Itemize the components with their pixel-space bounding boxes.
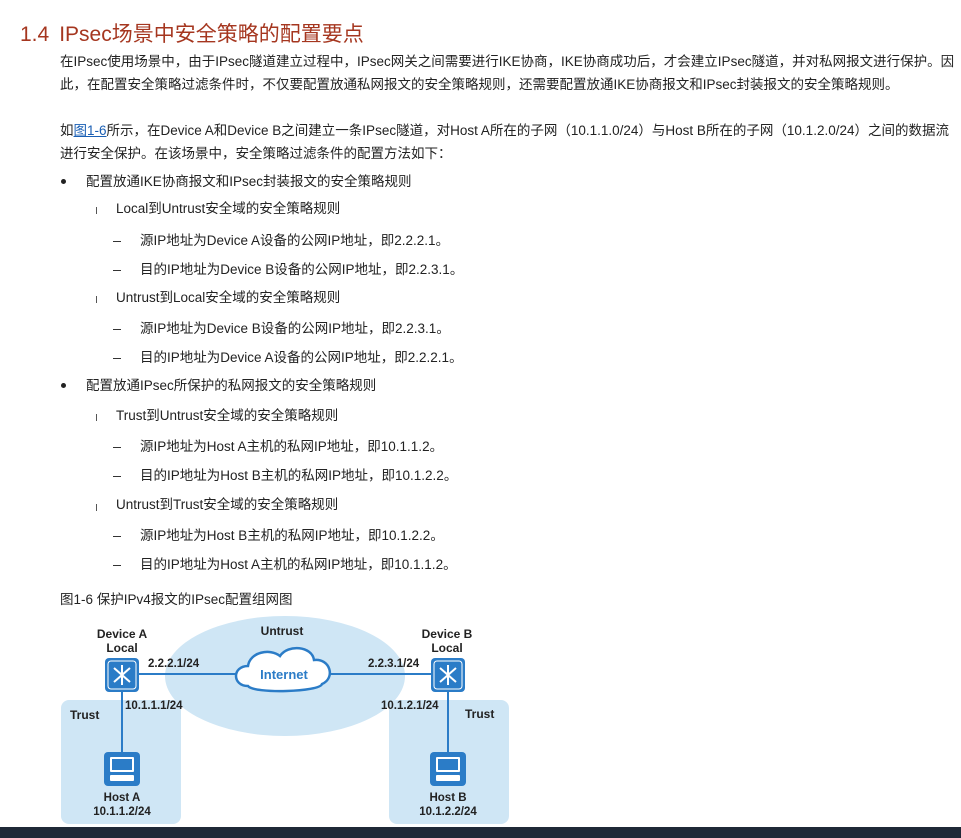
- host-a-name: Host A: [104, 792, 141, 804]
- scenario-prefix: 如: [60, 123, 74, 138]
- dash-icon: [113, 447, 121, 448]
- scenario-paragraph: 如图1-6所示，在Device A和Device B之间建立一条IPsec隧道，…: [60, 119, 960, 165]
- host-b-name: Host B: [429, 792, 466, 804]
- untrust-label: Untrust: [261, 624, 304, 638]
- dash-icon: [113, 476, 121, 477]
- detail-item: 源IP地址为Device A设备的公网IP地址，即2.2.2.1。: [140, 233, 450, 248]
- host-icon: [430, 752, 466, 786]
- detail-item: 目的IP地址为Host A主机的私网IP地址，即10.1.1.2。: [140, 557, 457, 572]
- sub-bullet-icon: [96, 504, 97, 511]
- section-title: IPsec场景中安全策略的配置要点: [59, 23, 364, 46]
- internet-label: Internet: [260, 667, 308, 682]
- device-a-zone: Local: [106, 641, 137, 655]
- dash-icon: [113, 329, 121, 330]
- figure-caption: 图1-6 保护IPv4报文的IPsec配置组网图: [60, 592, 293, 607]
- bottom-bar: [0, 827, 961, 838]
- device-b-zone: Local: [431, 641, 462, 655]
- dash-icon: [113, 241, 121, 242]
- sub-bullet-icon: [96, 207, 97, 214]
- intro-paragraph: 在IPsec使用场景中，由于IPsec隧道建立过程中，IPsec网关之间需要进行…: [60, 54, 955, 92]
- bullet-icon: [61, 383, 66, 388]
- sub-bullet-icon: [96, 414, 97, 421]
- device-b-name: Device B: [422, 627, 473, 641]
- detail-item: 源IP地址为Host A主机的私网IP地址，即10.1.1.2。: [140, 439, 444, 454]
- figure-link[interactable]: 图1-6: [74, 123, 107, 138]
- scenario-text: 所示，在Device A和Device B之间建立一条IPsec隧道，对Host…: [60, 123, 949, 161]
- detail-item: 目的IP地址为Host B主机的私网IP地址，即10.1.2.2。: [140, 468, 458, 483]
- sub-list-item: Untrust到Trust安全域的安全策略规则: [116, 497, 339, 512]
- sub-list-item: Untrust到Local安全域的安全策略规则: [116, 290, 341, 305]
- detail-item: 源IP地址为Host B主机的私网IP地址，即10.1.2.2。: [140, 528, 444, 543]
- detail-item: 目的IP地址为Device A设备的公网IP地址，即2.2.2.1。: [140, 350, 463, 365]
- dash-icon: [113, 565, 121, 566]
- list-item: 配置放通IPsec所保护的私网报文的安全策略规则: [86, 378, 377, 393]
- host-icon: [104, 752, 140, 786]
- dash-icon: [113, 536, 121, 537]
- device-b-private-ip: 10.1.2.1/24: [381, 700, 439, 712]
- document-page: 1.4 IPsec场景中安全策略的配置要点 在IPsec使用场景中，由于IPsec…: [0, 0, 961, 838]
- dash-icon: [113, 270, 121, 271]
- device-a-private-ip: 10.1.1.1/24: [125, 700, 183, 712]
- trust-right-label: Trust: [465, 707, 494, 721]
- section-number: 1.4: [20, 23, 50, 46]
- router-icon: [431, 658, 465, 692]
- trust-left-label: Trust: [70, 708, 99, 722]
- section-heading: 1.4 IPsec场景中安全策略的配置要点: [20, 18, 364, 48]
- sub-bullet-icon: [96, 296, 97, 303]
- device-a-public-ip: 2.2.2.1/24: [148, 658, 200, 670]
- dash-icon: [113, 358, 121, 359]
- bullet-icon: [61, 179, 66, 184]
- sub-list-item: Local到Untrust安全域的安全策略规则: [116, 201, 341, 216]
- detail-item: 目的IP地址为Device B设备的公网IP地址，即2.2.3.1。: [140, 262, 464, 277]
- device-a-name: Device A: [97, 627, 148, 641]
- network-diagram: Internet Untrust Device A Local 2.2.2.1/…: [61, 616, 509, 824]
- host-a-ip: 10.1.1.2/24: [93, 806, 151, 818]
- detail-item: 源IP地址为Device B设备的公网IP地址，即2.2.3.1。: [140, 321, 450, 336]
- router-icon: [105, 658, 139, 692]
- list-item: 配置放通IKE协商报文和IPsec封装报文的安全策略规则: [86, 174, 412, 189]
- host-b-ip: 10.1.2.2/24: [419, 806, 477, 818]
- sub-list-item: Trust到Untrust安全域的安全策略规则: [116, 408, 339, 423]
- device-b-public-ip: 2.2.3.1/24: [368, 658, 420, 670]
